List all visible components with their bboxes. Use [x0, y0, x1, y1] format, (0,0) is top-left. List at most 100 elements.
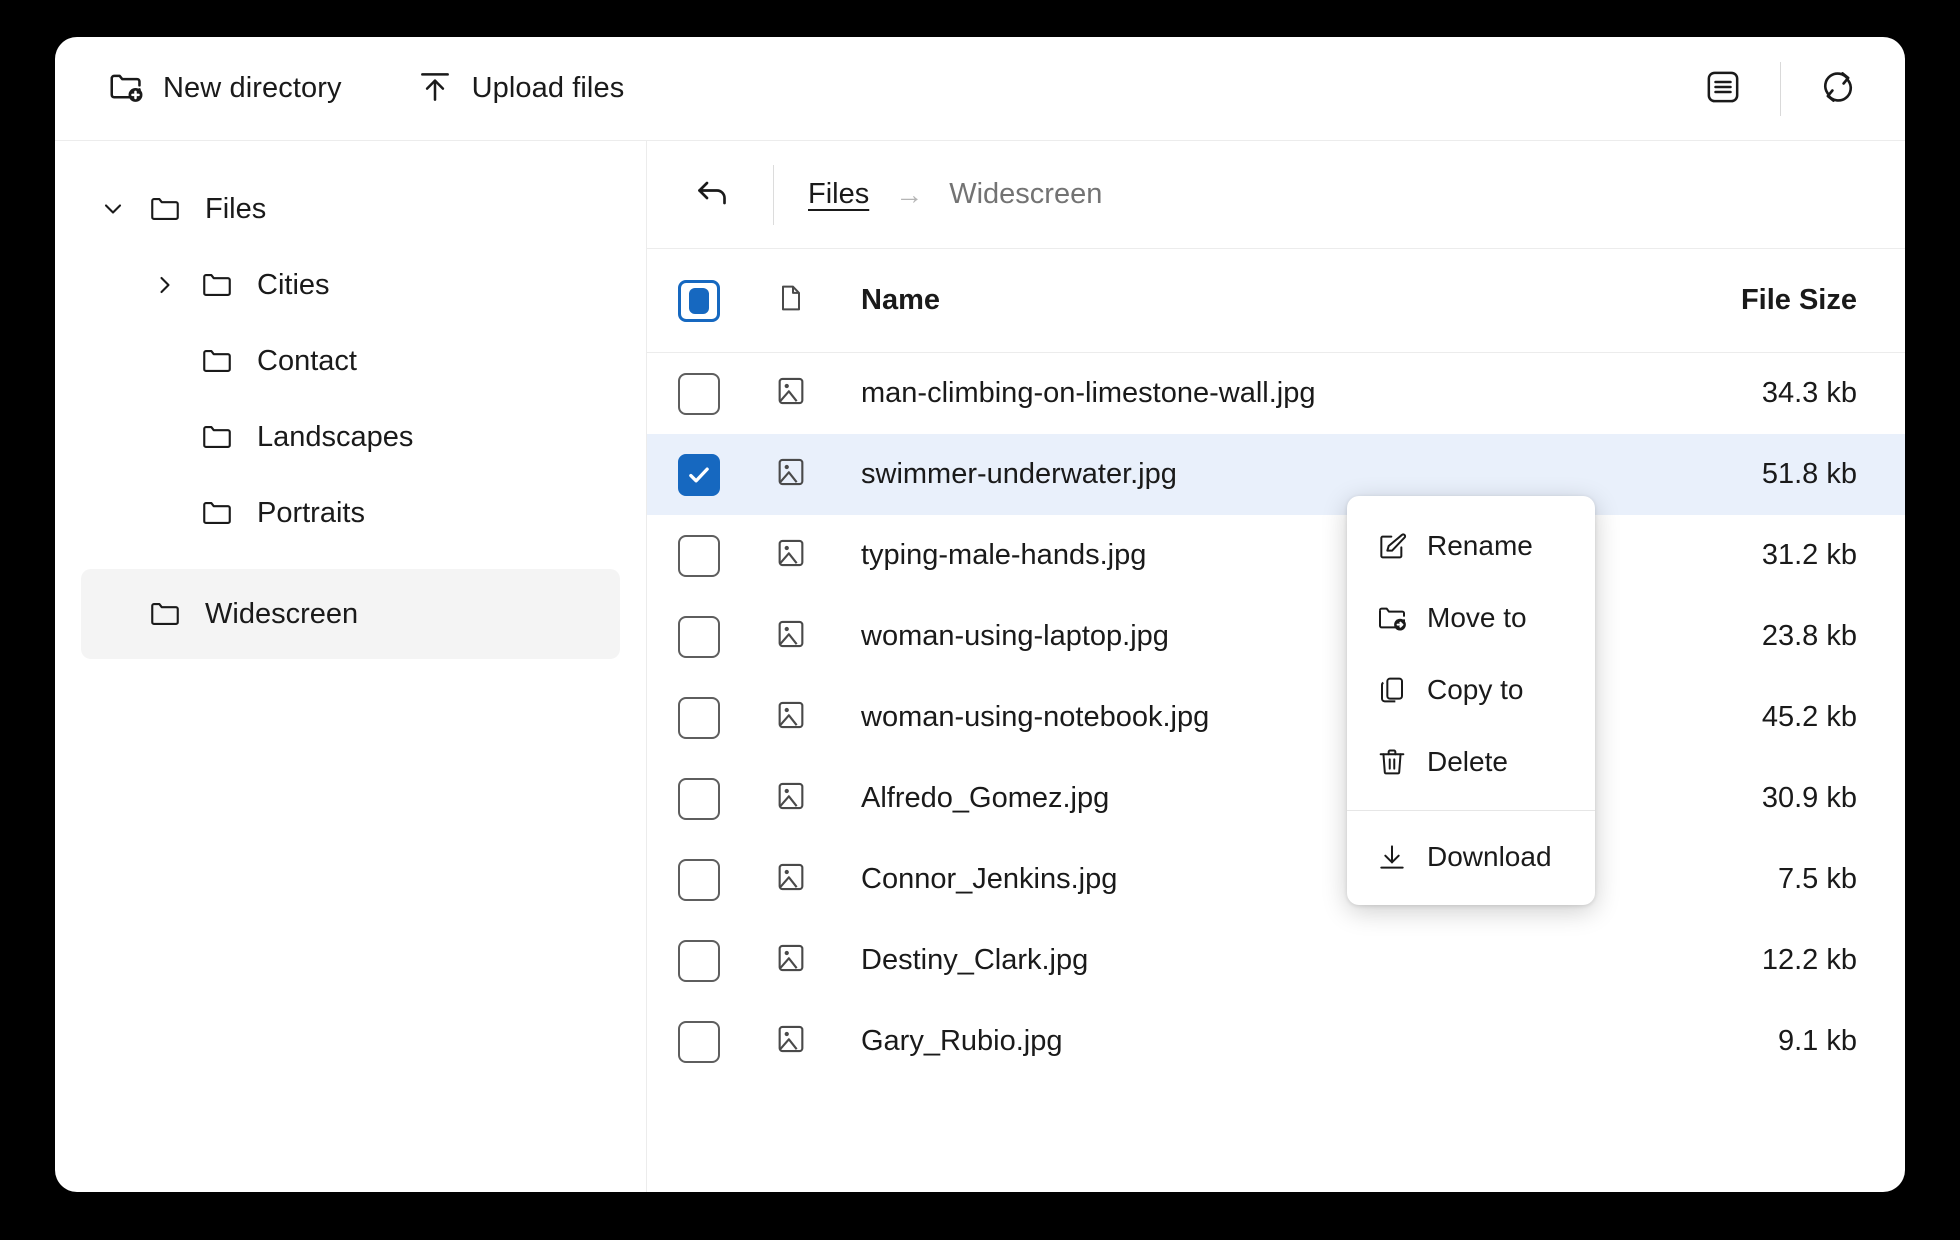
row-checkbox-cell [647, 939, 743, 982]
row-checkbox[interactable] [678, 1020, 720, 1063]
table-row[interactable]: Gary_Rubio.jpg 9.1 kb [647, 1001, 1905, 1082]
folder-icon [139, 597, 191, 631]
refresh-icon [1817, 66, 1859, 111]
image-file-icon [774, 860, 808, 899]
row-file-icon-cell [743, 779, 839, 818]
row-file-icon-cell [743, 536, 839, 575]
row-checkbox[interactable] [678, 615, 720, 658]
context-menu-item-label: Copy to [1427, 674, 1524, 705]
sidebar-item-landscapes[interactable]: Landscapes [81, 399, 620, 475]
image-file-icon [774, 698, 808, 737]
file-name: Gary_Rubio.jpg [861, 1025, 1063, 1057]
sidebar-item-label: Contact [257, 344, 357, 377]
context-menu: Rename Move to Copy to Delete Download [1347, 496, 1595, 905]
folder-icon [191, 268, 243, 302]
download-icon [1373, 841, 1411, 873]
context-menu-item-delete[interactable]: Delete [1347, 726, 1595, 798]
row-file-icon-cell [743, 860, 839, 899]
row-file-icon-cell [743, 455, 839, 494]
image-file-icon [774, 1022, 808, 1061]
toolbar: New directory Upload files [55, 37, 1905, 141]
upload-arrow-icon [416, 68, 454, 109]
context-menu-item-label: Download [1427, 841, 1552, 872]
refresh-button[interactable] [1807, 58, 1869, 120]
file-size: 30.9 kb [1761, 782, 1857, 814]
table-row[interactable]: typing-male-hands.jpg 31.2 kb [647, 515, 1905, 596]
file-size: 23.8 kb [1761, 620, 1857, 652]
file-size: 31.2 kb [1761, 539, 1857, 571]
sidebar-item-widescreen[interactable]: Widescreen [81, 569, 620, 659]
file-manager-window: New directory Upload files Files Cities … [55, 37, 1905, 1192]
trash-icon [1373, 746, 1411, 778]
row-checkbox[interactable] [678, 858, 720, 901]
row-checkbox-cell [647, 696, 743, 739]
back-button[interactable] [681, 164, 743, 226]
row-checkbox[interactable] [678, 777, 720, 820]
table-header: Name File Size [647, 249, 1905, 353]
file-size: 9.1 kb [1778, 1025, 1857, 1057]
row-checkbox-cell [647, 777, 743, 820]
file-name: man-climbing-on-limestone-wall.jpg [861, 377, 1316, 409]
context-menu-item-download[interactable]: Download [1347, 821, 1595, 893]
breadcrumb-root-link[interactable]: Files [808, 178, 869, 211]
chevron-right-icon[interactable] [139, 271, 191, 299]
table-row[interactable]: woman-using-notebook.jpg 45.2 kb [647, 677, 1905, 758]
sidebar-item-contact[interactable]: Contact [81, 323, 620, 399]
file-size: 45.2 kb [1761, 701, 1857, 733]
back-arrow-icon [692, 173, 732, 216]
table-row[interactable]: woman-using-laptop.jpg 23.8 kb [647, 596, 1905, 677]
row-file-icon-cell [743, 617, 839, 656]
context-menu-item-rename[interactable]: Rename [1347, 510, 1595, 582]
new-directory-button[interactable]: New directory [97, 59, 352, 119]
column-header-size[interactable]: File Size [1615, 284, 1905, 317]
table-row[interactable]: Connor_Jenkins.jpg 7.5 kb [647, 839, 1905, 920]
select-all-cell [647, 279, 743, 322]
file-size: 7.5 kb [1778, 863, 1857, 895]
sidebar-item-cities[interactable]: Cities [81, 247, 620, 323]
row-checkbox-cell [647, 372, 743, 415]
row-checkbox[interactable] [678, 372, 720, 415]
table-row[interactable]: man-climbing-on-limestone-wall.jpg 34.3 … [647, 353, 1905, 434]
image-file-icon [774, 779, 808, 818]
context-menu-item-label: Rename [1427, 530, 1533, 561]
row-checkbox[interactable] [678, 534, 720, 577]
copy-icon [1373, 674, 1411, 706]
chevron-down-icon[interactable] [87, 195, 139, 223]
folder-arrow-icon [1373, 602, 1411, 634]
row-checkbox[interactable] [678, 696, 720, 739]
row-checkbox-cell [647, 1020, 743, 1063]
sidebar-item-files[interactable]: Files [81, 171, 620, 247]
image-file-icon [774, 941, 808, 980]
select-all-checkbox[interactable] [678, 279, 720, 322]
file-name: Destiny_Clark.jpg [861, 944, 1089, 976]
list-view-button[interactable] [1692, 58, 1754, 120]
image-file-icon [774, 536, 808, 575]
folder-icon [191, 420, 243, 454]
toolbar-divider [1780, 61, 1781, 116]
breadcrumb-divider [773, 164, 774, 225]
window-body: Files Cities Contact Landscapes Portrait… [55, 141, 1905, 1192]
upload-files-label: Upload files [471, 72, 625, 104]
file-list: man-climbing-on-limestone-wall.jpg 34.3 … [647, 353, 1905, 1082]
sidebar-item-label: Portraits [257, 496, 365, 529]
upload-files-button[interactable]: Upload files [406, 59, 635, 119]
row-checkbox-cell [647, 534, 743, 577]
table-row[interactable]: swimmer-underwater.jpg 51.8 kb [647, 434, 1905, 515]
table-row[interactable]: Alfredo_Gomez.jpg 30.9 kb [647, 758, 1905, 839]
folder-icon [191, 344, 243, 378]
context-menu-item-copy-to[interactable]: Copy to [1347, 654, 1595, 726]
row-checkbox[interactable] [678, 939, 720, 982]
sidebar-item-portraits[interactable]: Portraits [81, 475, 620, 551]
row-file-icon-cell [743, 941, 839, 980]
context-menu-item-move-to[interactable]: Move to [1347, 582, 1595, 654]
column-header-name[interactable]: Name [839, 284, 1615, 317]
edit-pencil-icon [1373, 530, 1411, 562]
breadcrumb-current: Widescreen [949, 178, 1103, 210]
row-checkbox[interactable] [678, 453, 720, 496]
file-size: 34.3 kb [1761, 377, 1857, 409]
document-icon [775, 282, 807, 319]
main-panel: Files → Widescreen Name File Size man-cl… [647, 141, 1905, 1192]
image-file-icon [774, 617, 808, 656]
file-name: swimmer-underwater.jpg [861, 458, 1177, 490]
table-row[interactable]: Destiny_Clark.jpg 12.2 kb [647, 920, 1905, 1001]
